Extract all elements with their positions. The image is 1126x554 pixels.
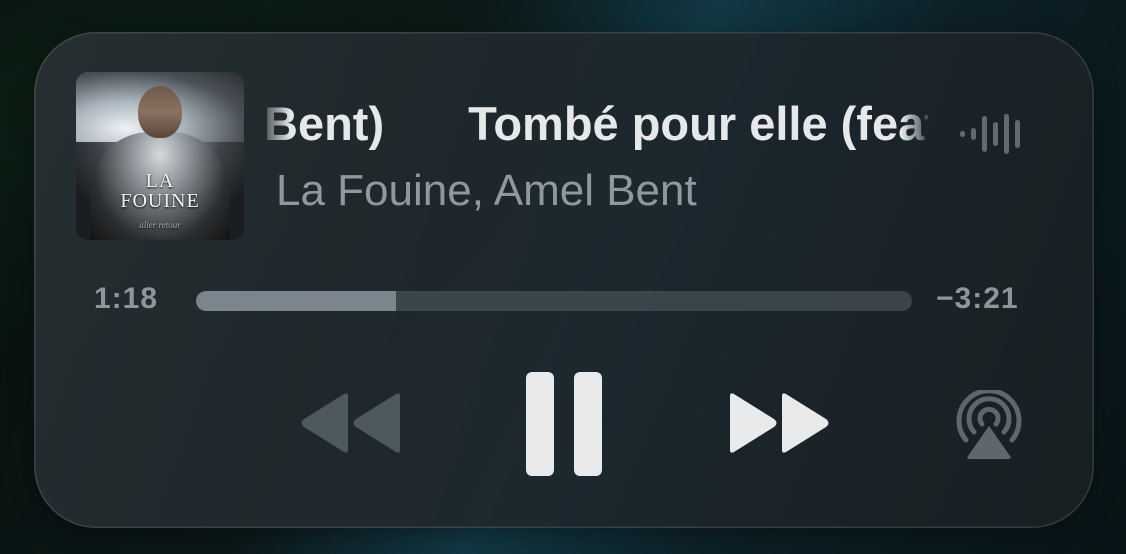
artwork-figure-head xyxy=(138,86,182,138)
airplay-icon[interactable] xyxy=(952,390,1026,460)
elapsed-time: 1:18 xyxy=(94,282,159,315)
artwork-logo-line2: FOUINE xyxy=(120,190,200,212)
track-artist[interactable]: La Fouine, Amel Bent xyxy=(276,166,697,216)
progress-fill xyxy=(196,291,397,311)
track-title-track: Bent) Tombé pour elle (feat. Amel Bent) xyxy=(264,96,928,151)
track-title-tail: Bent) xyxy=(264,97,385,150)
progress-scrubber[interactable] xyxy=(196,291,912,311)
remaining-time: −3:21 xyxy=(936,282,1019,315)
track-title-marquee[interactable]: Bent) Tombé pour elle (feat. Amel Bent) xyxy=(264,90,928,160)
forward-icon[interactable] xyxy=(726,390,834,456)
artwork-logo-tagline: aller retour xyxy=(139,220,181,230)
waveform-icon xyxy=(960,114,1020,154)
pause-icon[interactable] xyxy=(526,372,604,476)
album-artwork[interactable]: LA FOUINE aller retour xyxy=(76,72,244,240)
backward-icon[interactable] xyxy=(296,390,404,456)
now-playing-widget: LA FOUINE aller retour Bent) Tombé pour e… xyxy=(34,32,1094,528)
track-title: Tombé pour elle (feat. Amel Bent) xyxy=(468,97,928,150)
